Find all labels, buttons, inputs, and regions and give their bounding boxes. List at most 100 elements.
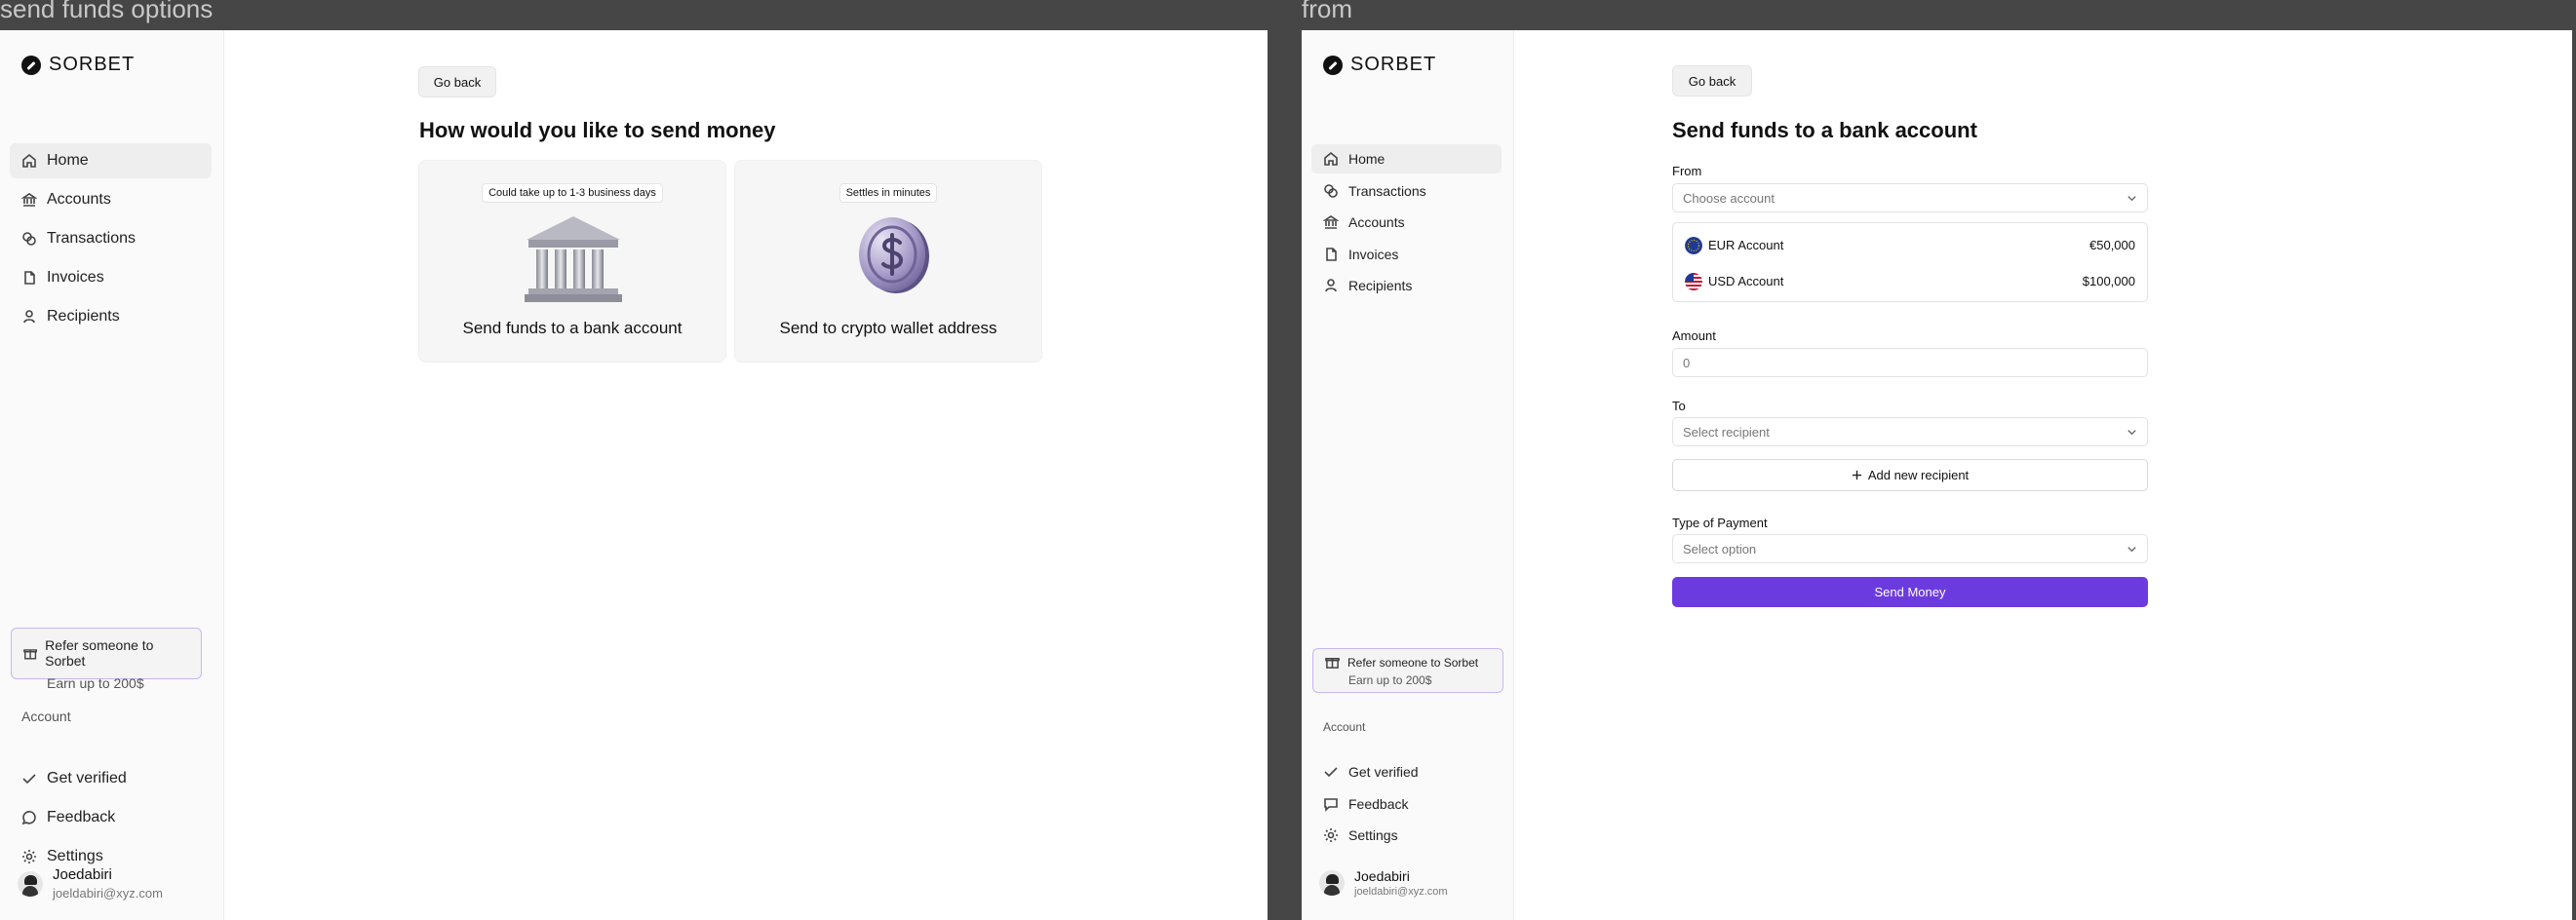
recipient-select-placeholder: Select recipient — [1683, 424, 1770, 440]
brand-logo[interactable]: SORBET — [21, 54, 135, 76]
account-options-list: EUR Account €50,000 USD Account $100,000 — [1672, 222, 2148, 302]
crypto-option-label: Send to crypto wallet address — [779, 319, 997, 337]
user-profile[interactable]: Joedabiri joeldabiri@xyz.com — [18, 866, 163, 901]
recipient-select[interactable]: Select recipient — [1672, 417, 2148, 446]
add-recipient-label: Add new recipient — [1867, 468, 1970, 482]
bank-icon — [21, 193, 37, 207]
user-icon — [23, 310, 35, 324]
message-icon — [1324, 797, 1338, 812]
go-back-button[interactable]: Go back — [1672, 65, 1752, 96]
main-nav: Home Transactions Accounts Invoices Reci… — [1311, 144, 1502, 303]
refer-card[interactable]: Refer someone to Sorbet Earn up to 200$ — [1312, 648, 1503, 693]
from-account-select[interactable]: Choose account — [1672, 183, 2148, 212]
amount-label: Amount — [1672, 328, 1716, 343]
sidebar-item-transactions[interactable]: Transactions — [1311, 176, 1502, 206]
user-email: joeldabiri@xyz.com — [53, 886, 163, 901]
sidebar-item-label: Home — [47, 152, 89, 169]
user-profile[interactable]: Joedabiri joeldabiri@xyz.com — [1319, 868, 1448, 898]
account-section-label: Account — [1323, 720, 1366, 734]
sidebar-item-label: Invoices — [1348, 246, 1399, 262]
sidebar-item-get-verified[interactable]: Get verified — [10, 761, 212, 796]
check-icon — [1324, 767, 1338, 778]
main-content: Go back Send funds to a bank account Fro… — [1514, 30, 2572, 920]
timing-badge: Could take up to 1-3 business days — [482, 183, 663, 203]
sidebar-item-recipients[interactable]: Recipients — [1311, 271, 1502, 300]
sidebar-item-recipients[interactable]: Recipients — [10, 299, 212, 334]
amount-input[interactable] — [1672, 348, 2148, 377]
gear-icon — [1324, 828, 1338, 842]
check-icon — [22, 774, 36, 785]
account-option-eur[interactable]: EUR Account €50,000 — [1673, 227, 2147, 263]
transactions-icon — [1324, 183, 1338, 198]
bank-building-icon — [525, 216, 622, 302]
sidebar-item-home[interactable]: Home — [1311, 144, 1502, 173]
bank-option-label: Send funds to a bank account — [462, 319, 683, 337]
sidebar: SORBET Home Transactions Accounts Invoic… — [1302, 30, 1514, 920]
sidebar-item-get-verified[interactable]: Get verified — [1311, 757, 1502, 786]
chevron-down-icon — [2127, 196, 2136, 202]
brand-name: SORBET — [1350, 54, 1437, 75]
user-email: joeldabiri@xyz.com — [1354, 886, 1448, 898]
refer-card[interactable]: Refer someone to Sorbet Earn up to 200$ — [11, 628, 202, 691]
gift-icon — [23, 648, 37, 660]
sidebar-item-label: Home — [1348, 151, 1386, 167]
add-new-recipient-button[interactable]: Add new recipient — [1672, 459, 2148, 491]
sidebar: SORBET Home Accounts Transactions Invoic… — [0, 30, 224, 920]
send-form-frame: SORBET Home Transactions Accounts Invoic… — [1302, 30, 2572, 920]
sidebar-item-feedback[interactable]: Feedback — [10, 800, 212, 835]
sidebar-item-label: Accounts — [1348, 214, 1405, 230]
eu-flag-icon — [1685, 236, 1702, 254]
brand-name: SORBET — [49, 54, 136, 75]
sidebar-item-transactions[interactable]: Transactions — [10, 221, 212, 256]
from-select-placeholder: Choose account — [1683, 190, 1775, 206]
bank-account-option-card[interactable]: Could take up to 1-3 business days Send … — [418, 160, 726, 363]
send-money-button[interactable]: Send Money — [1672, 577, 2148, 607]
transactions-icon — [22, 232, 36, 246]
account-balance: €50,000 — [2089, 238, 2135, 252]
file-icon — [1326, 247, 1337, 261]
frame-label-options: send funds options — [0, 0, 214, 23]
timing-badge: Settles in minutes — [839, 183, 938, 203]
home-icon — [22, 153, 36, 168]
account-section-label: Account — [21, 709, 71, 724]
send-options-frame: SORBET Home Accounts Transactions Invoic… — [0, 30, 1268, 920]
sidebar-item-settings[interactable]: Settings — [1311, 821, 1502, 850]
home-icon — [1324, 151, 1338, 166]
plus-icon — [1852, 470, 1861, 480]
account-nav: Get verified Feedback Settings — [10, 761, 212, 878]
page-title: How would you like to send money — [419, 118, 776, 142]
sidebar-item-label: Accounts — [47, 191, 111, 208]
frame-label-from: from — [1302, 0, 1352, 23]
payment-type-select[interactable]: Select option — [1672, 534, 2148, 563]
sidebar-item-label: Feedback — [47, 809, 116, 825]
dollar-coin-icon — [859, 217, 929, 293]
gear-icon — [22, 850, 36, 863]
refer-title: Refer someone to Sorbet — [1347, 655, 1479, 670]
user-icon — [1325, 279, 1337, 292]
account-option-usd[interactable]: USD Account $100,000 — [1673, 263, 2147, 299]
account-name: USD Account — [1708, 274, 1784, 288]
refer-title: Refer someone to Sorbet — [45, 637, 154, 669]
message-icon — [21, 811, 36, 825]
main-nav: Home Accounts Transactions Invoices Reci… — [10, 143, 212, 338]
go-back-button[interactable]: Go back — [418, 66, 496, 97]
sidebar-item-label: Recipients — [1348, 278, 1413, 293]
sidebar-item-invoices[interactable]: Invoices — [10, 260, 212, 295]
sidebar-item-home[interactable]: Home — [10, 143, 212, 178]
file-icon — [24, 271, 35, 285]
sidebar-item-label: Settings — [47, 848, 103, 864]
sidebar-item-accounts[interactable]: Accounts — [1311, 208, 1502, 237]
sidebar-item-invoices[interactable]: Invoices — [1311, 240, 1502, 269]
chevron-down-icon — [2127, 430, 2136, 436]
gift-icon — [1325, 658, 1340, 669]
avatar — [1319, 870, 1345, 896]
user-name: Joedabiri — [1354, 868, 1410, 884]
us-flag-icon — [1685, 272, 1702, 290]
sidebar-item-accounts[interactable]: Accounts — [10, 182, 212, 217]
sidebar-item-label: Get verified — [47, 770, 127, 786]
crypto-wallet-option-card[interactable]: Settles in minutes Send to crypto wallet… — [734, 160, 1042, 363]
brand-logo[interactable]: SORBET — [1323, 54, 1436, 76]
sidebar-item-label: Transactions — [1348, 182, 1426, 199]
sidebar-item-label: Transactions — [47, 230, 136, 247]
sidebar-item-feedback[interactable]: Feedback — [1311, 789, 1502, 819]
